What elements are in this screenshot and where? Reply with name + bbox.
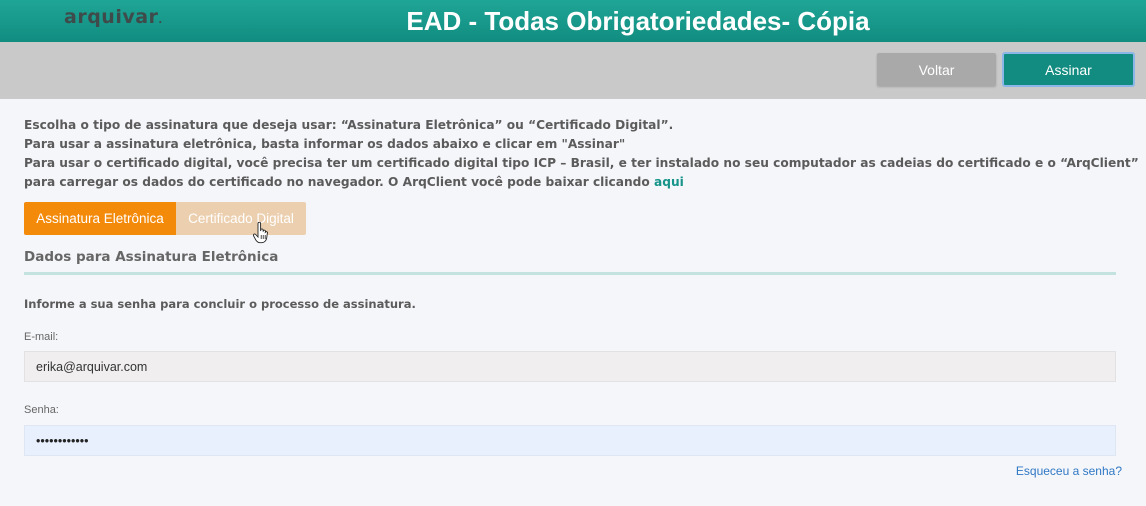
instruction-line-2: Para usar a assinatura eletrônica, basta…	[24, 137, 626, 151]
page-title: EAD - Todas Obrigatoriedades- Cópia	[406, 6, 870, 36]
hand-pointer-icon	[253, 222, 268, 244]
instruction-line-3: Para usar o certificado digital, você pr…	[24, 156, 1139, 170]
section-divider	[24, 272, 1116, 275]
instruction-line-4: para carregar os dados do certificado no…	[24, 175, 684, 189]
back-button[interactable]: Voltar	[877, 53, 996, 86]
forgot-password-link[interactable]: Esqueceu a senha?	[1016, 464, 1122, 478]
email-field[interactable]	[24, 351, 1116, 382]
section-title: Dados para Assinatura Eletrônica	[24, 249, 279, 265]
action-toolbar: Voltar Assinar	[0, 42, 1146, 99]
password-label: Senha:	[24, 404, 59, 416]
download-arqclient-link[interactable]: aqui	[654, 175, 684, 189]
sign-button[interactable]: Assinar	[1002, 52, 1135, 87]
password-info-text: Informe a sua senha para concluir o proc…	[24, 297, 416, 311]
email-label: E-mail:	[24, 331, 59, 343]
tab-digital-certificate[interactable]: Certificado Digital	[176, 202, 306, 235]
tab-electronic-signature[interactable]: Assinatura Eletrônica	[24, 202, 176, 235]
instruction-line-1: Escolha o tipo de assinatura que deseja …	[24, 118, 674, 132]
password-field[interactable]	[24, 425, 1116, 456]
signature-instructions: Escolha o tipo de assinatura que deseja …	[24, 116, 1139, 192]
app-header: arquivar. EAD - Todas Obrigatoriedades- …	[0, 0, 1146, 42]
